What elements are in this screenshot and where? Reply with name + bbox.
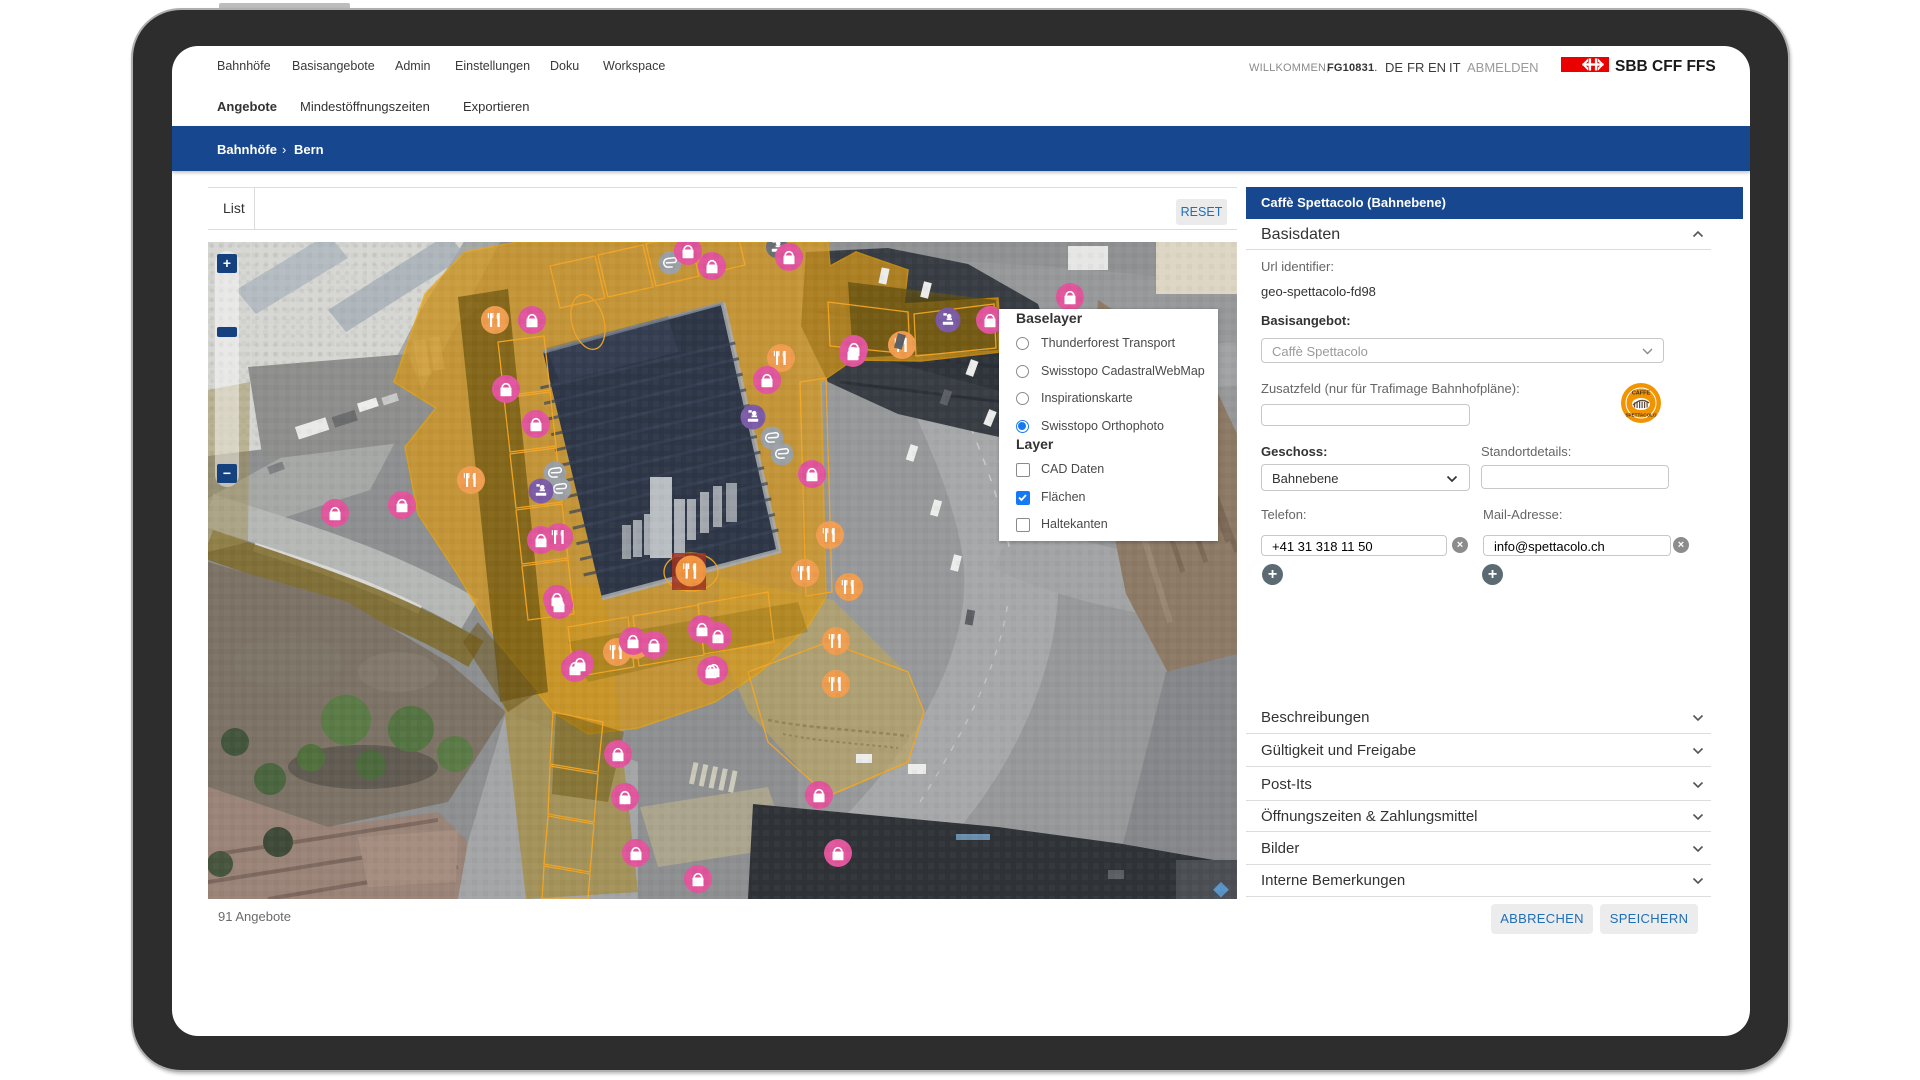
svg-text:SPETTACOLO: SPETTACOLO <box>1625 413 1656 418</box>
svg-text:CAFFE: CAFFE <box>1632 391 1651 397</box>
